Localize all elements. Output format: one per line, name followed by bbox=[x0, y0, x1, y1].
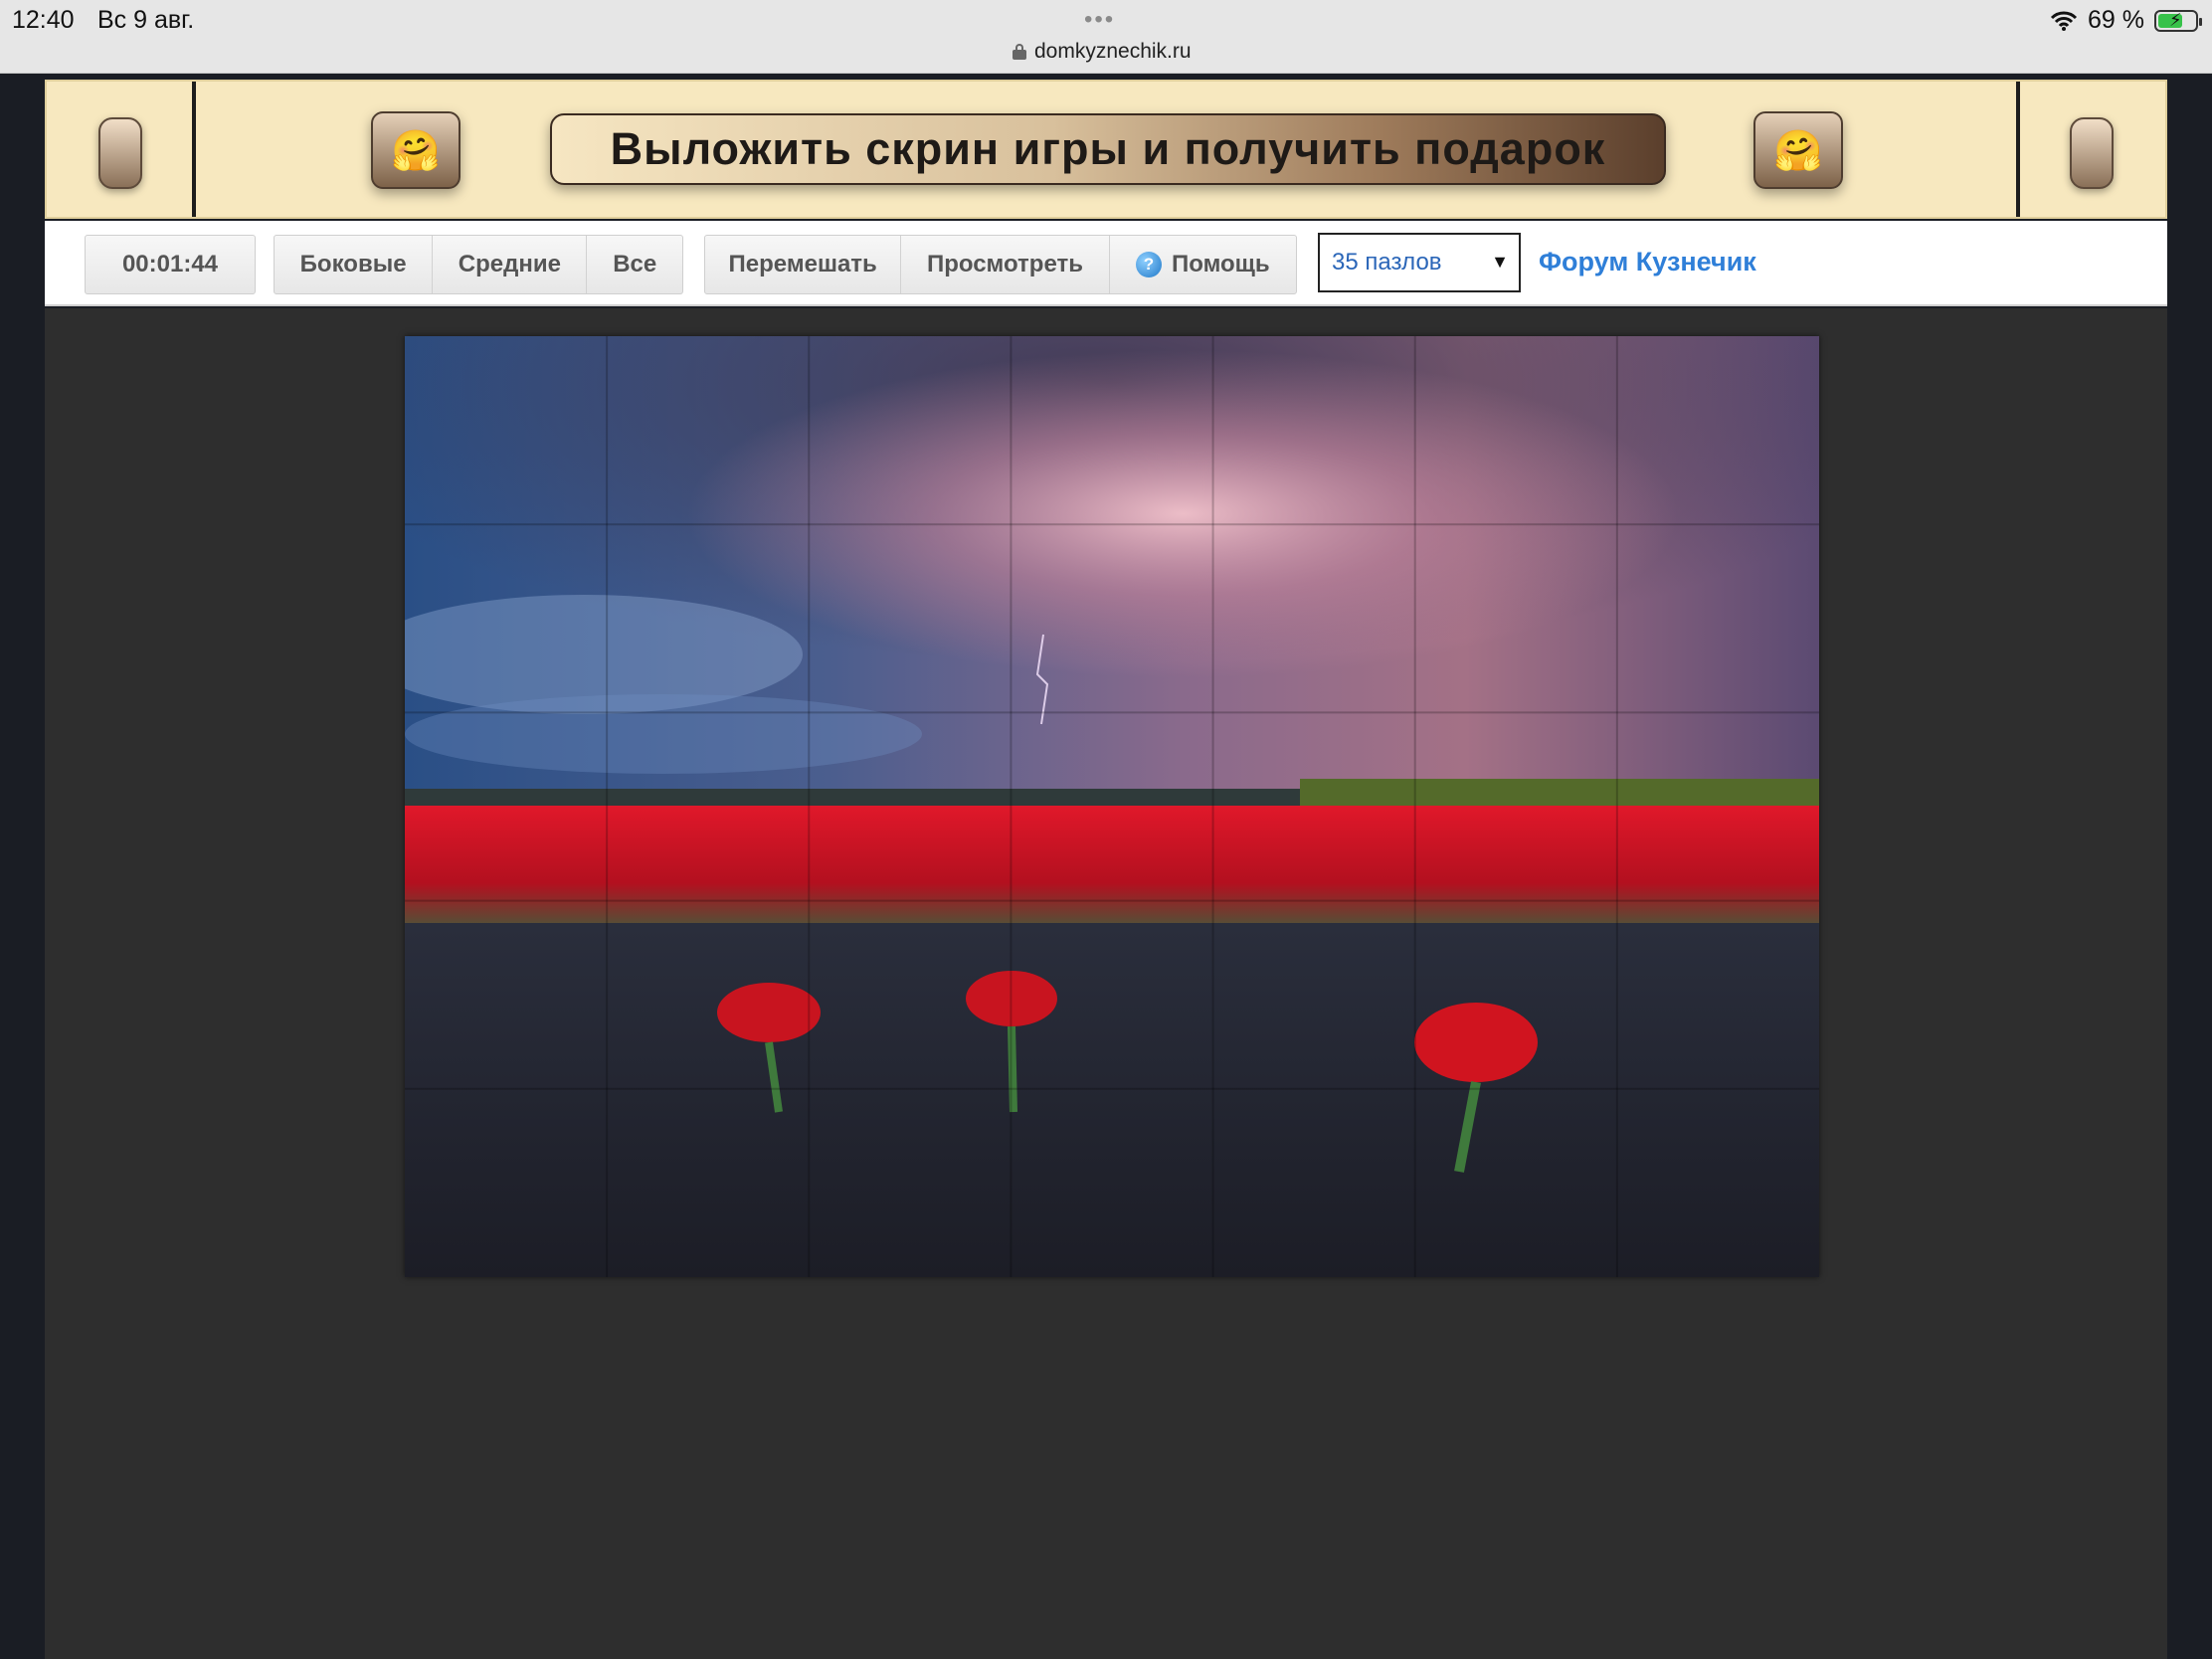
promo-banner-button[interactable]: Выложить скрин игры и получить подарок bbox=[550, 113, 1666, 185]
help-question-icon: ? bbox=[1135, 252, 1162, 277]
help-button[interactable]: ? Помощь bbox=[1110, 236, 1296, 293]
filter-middle-button[interactable]: Средние bbox=[433, 236, 588, 293]
help-button-label: Помощь bbox=[1171, 251, 1270, 277]
banner-divider bbox=[2016, 82, 2020, 217]
timer-display: 00:01:44 bbox=[85, 235, 256, 294]
pieces-count-value: 35 пазлов bbox=[1332, 249, 1442, 276]
clock-date: Вс 9 авг. bbox=[97, 6, 195, 34]
system-indicators: 69 % ⚡ bbox=[2050, 6, 2202, 35]
piece-filter-group: Боковые Средние Все bbox=[274, 235, 683, 294]
multitask-dots-icon[interactable]: ••• bbox=[1084, 6, 1115, 34]
dropdown-arrow-icon: ▼ bbox=[1491, 252, 1509, 272]
hugging-face-emoji-icon[interactable]: 🤗 bbox=[1753, 111, 1843, 189]
promo-banner: 🤗 Выложить скрин игры и получить подарок… bbox=[45, 80, 2167, 219]
banner-pill-decoration bbox=[98, 117, 142, 189]
puzzle-board[interactable] bbox=[405, 336, 1819, 1277]
battery-icon: ⚡ bbox=[2154, 9, 2202, 32]
battery-percent: 69 % bbox=[2088, 6, 2144, 34]
banner-pill-decoration bbox=[2070, 117, 2114, 189]
clock-time: 12:40 bbox=[12, 6, 75, 34]
browser-status-bar: 12:40 Вс 9 авг. ••• domkyznechik.ru 69 %… bbox=[0, 0, 2212, 74]
puzzle-stage bbox=[45, 308, 2167, 1659]
puzzle-image bbox=[405, 336, 1819, 1277]
timer-value: 00:01:44 bbox=[121, 251, 219, 277]
puzzle-actions-group: Перемешать Просмотреть ? Помощь bbox=[704, 235, 1297, 294]
wifi-icon bbox=[2050, 11, 2078, 31]
address-bar[interactable]: domkyznechik.ru bbox=[1013, 40, 1192, 64]
forum-link[interactable]: Форум Кузнечик bbox=[1539, 247, 1756, 277]
pieces-count-select[interactable]: 35 пазлов ▼ bbox=[1318, 233, 1521, 292]
filter-edge-button[interactable]: Боковые bbox=[275, 236, 434, 293]
address-url: domkyznechik.ru bbox=[1034, 40, 1192, 63]
banner-divider bbox=[192, 82, 196, 217]
preview-button[interactable]: Просмотреть bbox=[901, 236, 1110, 293]
lock-icon bbox=[1013, 44, 1026, 60]
hugging-face-emoji-icon[interactable]: 🤗 bbox=[371, 111, 461, 189]
puzzle-toolbar: 00:01:44 Боковые Средние Все Перемешать … bbox=[45, 221, 2167, 306]
filter-all-button[interactable]: Все bbox=[587, 236, 682, 293]
shuffle-button[interactable]: Перемешать bbox=[705, 236, 902, 293]
